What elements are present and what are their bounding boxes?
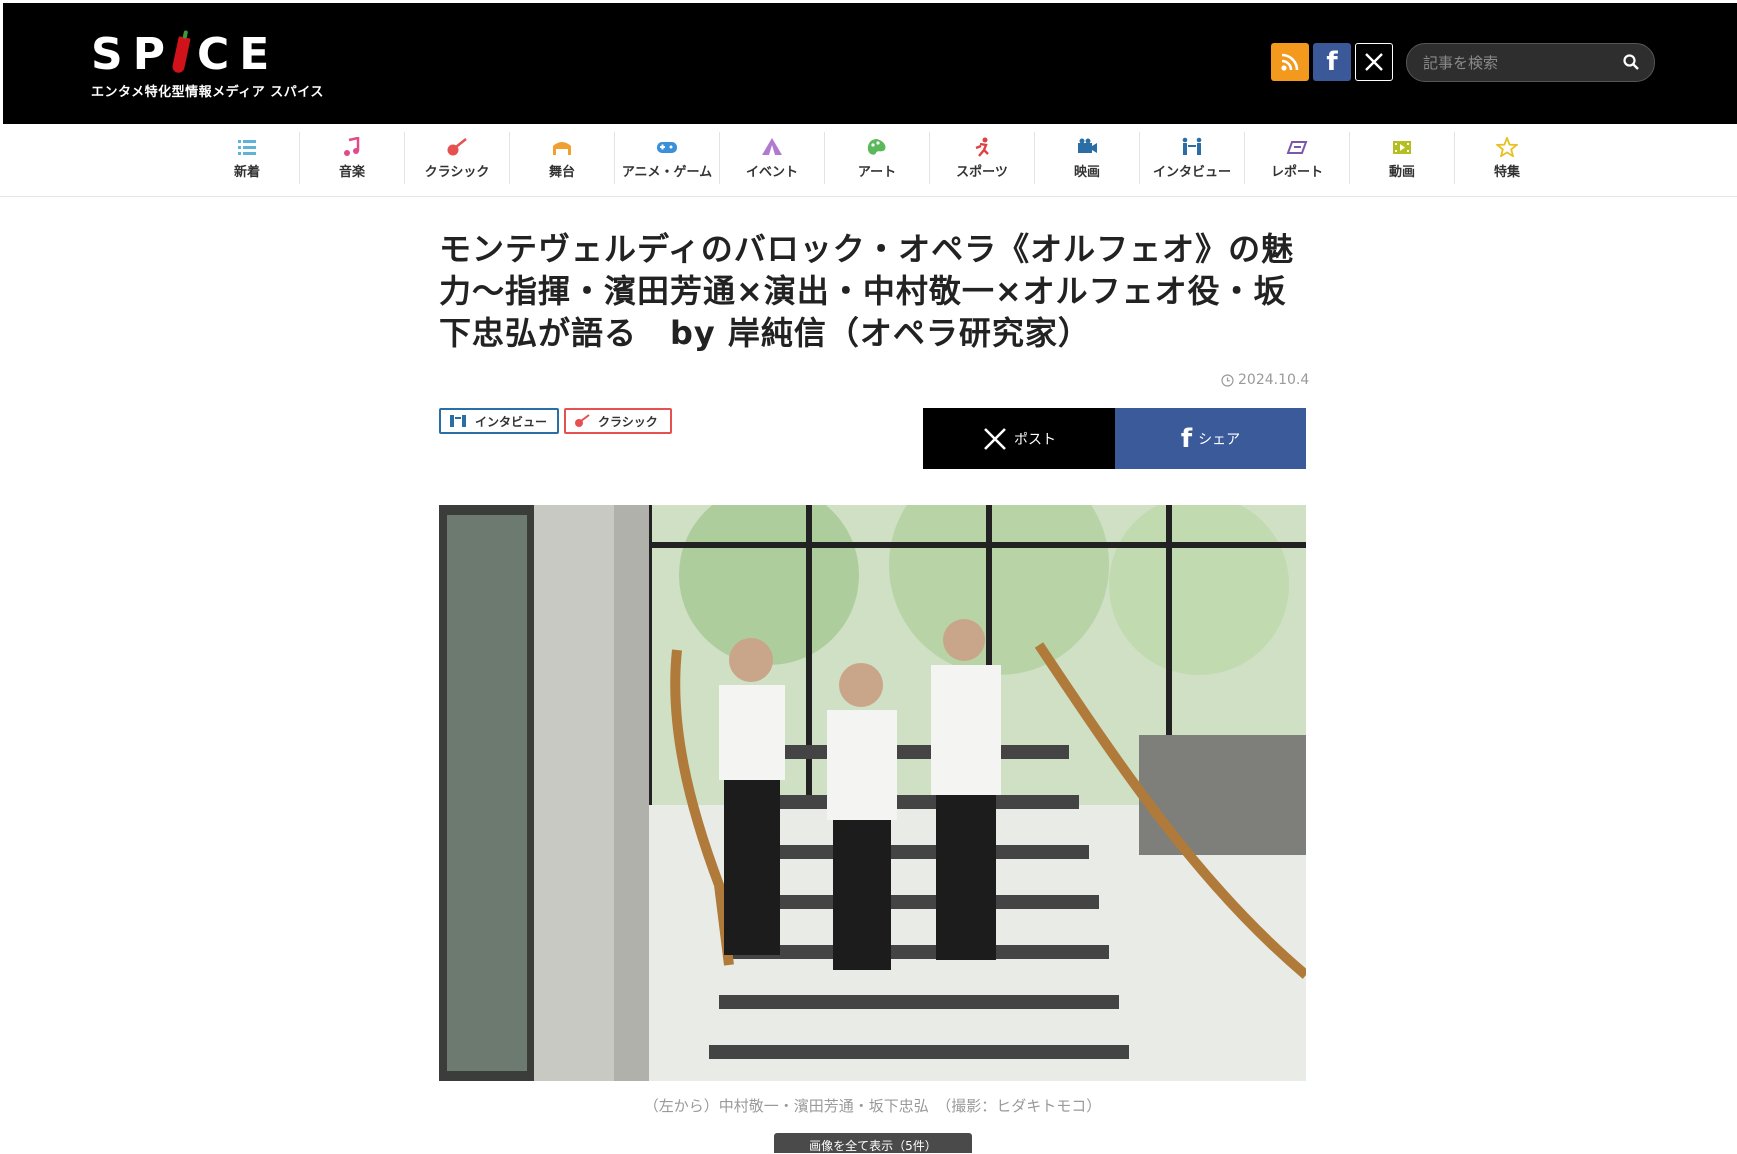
logo-tagline: エンタメ特化型情報メディア スパイス [91, 85, 324, 100]
spice-logo[interactable]: SP CE エンタメ特化型情報メディア スパイス [91, 29, 324, 101]
nav-label: 新着 [233, 164, 260, 180]
clock-icon [1221, 373, 1234, 387]
nav-item-film[interactable]: 動画 [1350, 132, 1455, 184]
nav-item-guitar[interactable]: クラシック [405, 132, 510, 184]
nav-label: 音楽 [338, 164, 365, 180]
star-icon [1496, 136, 1518, 157]
article-title: モンテヴェルディのバロック・オペラ《オルフェオ》の魅力〜指揮・濱田芳通×演出・中… [439, 230, 1295, 352]
nav-label: アート [857, 164, 897, 180]
camera-icon [1078, 138, 1097, 153]
nav-item-report[interactable]: レポート [1245, 132, 1350, 184]
nav-label: 映画 [1073, 164, 1100, 180]
nav-item-runner[interactable]: スポーツ [930, 132, 1035, 184]
photo-illustration [439, 505, 1306, 1081]
nav-item-tent[interactable]: イベント [720, 132, 825, 184]
nav-item-star[interactable]: 特集 [1455, 132, 1559, 184]
nav-label: 動画 [1388, 164, 1415, 180]
x-button[interactable] [1355, 43, 1393, 81]
nav-label: アニメ・ゲーム [621, 164, 713, 180]
nav-label: イベント [745, 164, 798, 180]
nav-item-camera[interactable]: 映画 [1035, 132, 1140, 184]
search-box [1406, 43, 1655, 82]
tag-interview[interactable]: インタビュー [439, 408, 559, 434]
facebook-icon: f [1326, 47, 1338, 77]
share-facebook-button[interactable]: f シェア [1115, 408, 1306, 469]
nav-item-list[interactable]: 新着 [195, 132, 300, 184]
article: モンテヴェルディのバロック・オペラ《オルフェオ》の魅力〜指揮・濱田芳通×演出・中… [439, 228, 1309, 1153]
nav-label: スポーツ [956, 164, 1008, 180]
category-nav: 新着 音楽 クラシック 舞台 アニメ・ゲーム イベント アート スポーツ 映画 インタビュー レポー… [0, 124, 1737, 197]
nav-item-stage[interactable]: 舞台 [510, 132, 615, 184]
logo-wordmark: SP CE [91, 29, 280, 80]
search-icon[interactable] [1622, 53, 1640, 71]
page: SP CE エンタメ特化型情報メディア スパイス f 記事を検索 新着 音楽 ク… [0, 0, 1737, 1153]
show-all-images-button[interactable]: 画像を全て表示（5件） [774, 1133, 972, 1153]
nav-item-gamepad[interactable]: アニメ・ゲーム [615, 132, 720, 184]
x-logo-icon [1365, 53, 1383, 71]
nav-item-palette[interactable]: アート [825, 132, 930, 184]
nav-label: クラシック [424, 164, 490, 180]
facebook-icon: f [1180, 423, 1193, 454]
search-input[interactable] [1421, 51, 1615, 75]
palette-icon [867, 138, 886, 155]
site-header: SP CE エンタメ特化型情報メディア スパイス f [3, 3, 1737, 124]
tag-classic[interactable]: クラシック [564, 408, 672, 434]
share-x-button[interactable]: ポスト [923, 408, 1115, 469]
tent-icon [762, 137, 782, 155]
rss-button[interactable] [1271, 43, 1309, 81]
nav-label: 特集 [1493, 164, 1520, 180]
interview-icon [450, 415, 466, 427]
report-icon [1286, 140, 1308, 154]
nav-label: インタビュー [1152, 164, 1231, 180]
x-logo-icon [984, 427, 1006, 450]
list-icon [238, 139, 256, 155]
date-text: 2024.10.4 [1238, 372, 1310, 388]
guitar-icon [447, 137, 467, 155]
gamepad-icon [657, 141, 677, 153]
photo-caption: （左から）中村敬一・濱田芳通・坂下忠弘 （撮影：ヒダキトモコ） [643, 1097, 1102, 1115]
rss-icon [1281, 53, 1299, 71]
film-icon [1393, 140, 1411, 154]
nav-item-music-note[interactable]: 音楽 [300, 132, 405, 184]
article-main-photo[interactable] [439, 505, 1306, 1081]
pepper-icon [171, 36, 191, 74]
stage-icon [553, 141, 571, 155]
facebook-button[interactable]: f [1313, 43, 1351, 81]
article-date: 2024.10.4 [1221, 372, 1309, 388]
runner-icon [975, 137, 989, 157]
interview-icon [1182, 137, 1202, 155]
nav-label: 舞台 [548, 164, 575, 180]
nav-label: レポート [1270, 164, 1323, 180]
music-note-icon [344, 136, 360, 156]
guitar-icon [575, 414, 590, 427]
nav-item-interview[interactable]: インタビュー [1140, 132, 1245, 184]
